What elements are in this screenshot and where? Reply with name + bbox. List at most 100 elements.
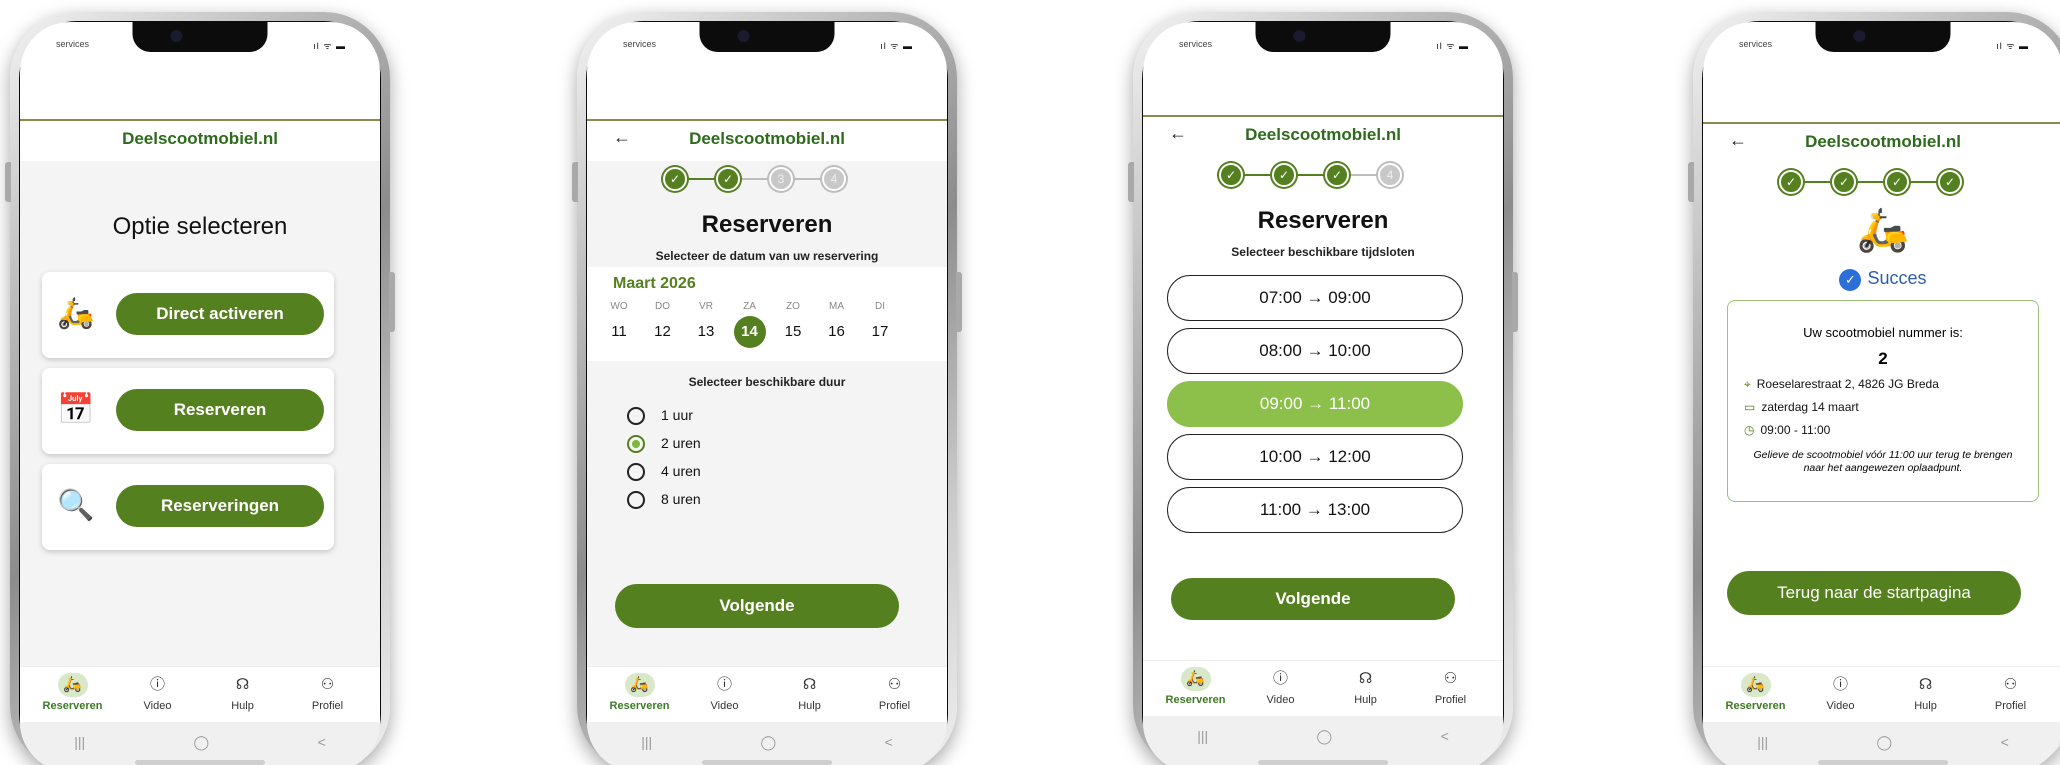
- system-status-icons: ıl ᯤ ▬: [880, 41, 913, 51]
- date-strip: Maart 2026 WO 11 DO 12 VR 13 ZA 14 ZO 15 MA 16 DI 17: [587, 267, 947, 361]
- android-nav-bar: ||| ◯ <: [20, 722, 380, 765]
- app-header: Deelscootmobiel.nl: [20, 119, 380, 159]
- timeslot-option[interactable]: 11:00 → 13:00: [1167, 487, 1463, 533]
- duration-label: 8 uren: [661, 491, 701, 507]
- notch: [132, 22, 268, 52]
- notch: [1815, 22, 1951, 52]
- tab-video[interactable]: ⓘ Video: [690, 667, 760, 722]
- back-button[interactable]: <: [318, 734, 326, 750]
- notch: [699, 22, 835, 52]
- tab-profiel[interactable]: ⚇ Profiel: [1416, 661, 1486, 716]
- radio-button[interactable]: [627, 491, 645, 510]
- tab-hulp[interactable]: ☊ Hulp: [1331, 661, 1401, 716]
- camera-icon: [1293, 30, 1306, 42]
- tab-hulp[interactable]: ☊ Hulp: [775, 667, 845, 722]
- back-button[interactable]: <: [2001, 734, 2009, 750]
- reservations-button[interactable]: Reserveringen: [116, 485, 324, 527]
- home-button[interactable]: ◯: [1877, 734, 1893, 751]
- direct-activate-button[interactable]: Direct activeren: [116, 293, 324, 335]
- duration-label: 1 uur: [661, 407, 693, 423]
- calendar-day[interactable]: ZA 14: [732, 301, 768, 348]
- home-indicator: [135, 760, 265, 765]
- timeslot-option[interactable]: 10:00 → 12:00: [1167, 434, 1463, 480]
- tab-hulp[interactable]: ☊ Hulp: [208, 667, 278, 722]
- home-indicator: [702, 760, 832, 765]
- home-button[interactable]: ◯: [194, 734, 210, 751]
- option-card-reserve[interactable]: 📅 Reserveren: [42, 368, 334, 454]
- tab-video[interactable]: ⓘ Video: [123, 667, 193, 722]
- screen-date-duration: services ıl ᯤ ▬ ← Deelscootmobiel.nl ✓ ✓…: [587, 22, 947, 765]
- recents-button[interactable]: |||: [641, 734, 652, 750]
- tab-reserveren[interactable]: 🛵 Reserveren: [605, 667, 675, 722]
- timeslot-option[interactable]: 07:00 → 09:00: [1167, 275, 1463, 321]
- duration-option[interactable]: 4 uren: [627, 463, 701, 482]
- checkmark-icon: ✓: [1839, 269, 1862, 291]
- recents-button[interactable]: |||: [1757, 734, 1768, 750]
- step-3-pending: 3: [769, 167, 793, 191]
- phone-frame-date-duration: services ıl ᯤ ▬ ← Deelscootmobiel.nl ✓ ✓…: [572, 12, 962, 765]
- duration-prompt: Selecteer beschikbare duur: [688, 375, 846, 389]
- success-status: ✓ Succes: [1703, 268, 2060, 291]
- calendar-day[interactable]: ZO 15: [775, 301, 811, 348]
- calendar-day[interactable]: DI 17: [862, 301, 898, 348]
- progress-stepper: ✓ ✓ ✓ 4: [1143, 163, 1503, 187]
- tab-video[interactable]: ⓘ Video: [1246, 661, 1316, 716]
- recents-button[interactable]: |||: [74, 734, 85, 750]
- person-icon: ⚇: [887, 676, 902, 693]
- brand-title: Deelscootmobiel.nl: [1805, 132, 1961, 151]
- tab-reserveren[interactable]: 🛵 Reserveren: [38, 667, 108, 722]
- calendar-day[interactable]: DO 12: [645, 301, 681, 348]
- reserve-button[interactable]: Reserveren: [116, 389, 324, 431]
- day-number: 17: [871, 323, 889, 340]
- location-pin-icon: ⌖: [1744, 377, 1751, 391]
- next-button[interactable]: Volgende: [1171, 578, 1455, 620]
- tab-profiel[interactable]: ⚇ Profiel: [860, 667, 930, 722]
- progress-stepper: ✓ ✓ 3 4: [587, 167, 947, 191]
- back-button[interactable]: <: [885, 734, 893, 750]
- app-screens-stage: services ıl ᯤ ▬ Deelscootmobiel.nl Optie…: [0, 0, 2060, 765]
- day-of-week-label: WO: [610, 301, 628, 312]
- next-button[interactable]: Volgende: [615, 584, 899, 628]
- back-to-home-button[interactable]: Terug naar de startpagina: [1727, 571, 2021, 615]
- duration-option[interactable]: 1 uur: [627, 407, 693, 426]
- scooter-icon: 🛵: [1740, 673, 1771, 697]
- calendar-day[interactable]: VR 13: [688, 301, 724, 348]
- home-button[interactable]: ◯: [1317, 728, 1333, 745]
- day-number: 12: [654, 323, 671, 340]
- step-2-done: ✓: [1272, 163, 1296, 187]
- tab-profiel[interactable]: ⚇ Profiel: [1976, 667, 2046, 722]
- option-card-direct-activate[interactable]: 🛵 Direct activeren: [42, 272, 334, 358]
- step-2-done: ✓: [1832, 170, 1856, 194]
- radio-button[interactable]: [627, 407, 645, 426]
- calendar-day[interactable]: MA 16: [819, 301, 855, 348]
- clock-icon: ◷: [1744, 423, 1755, 437]
- tab-video[interactable]: ⓘ Video: [1806, 667, 1876, 722]
- date-prompt: Selecteer de datum van uw reservering: [655, 249, 879, 263]
- radio-button[interactable]: [627, 463, 645, 482]
- calendar-day[interactable]: WO 11: [601, 301, 637, 348]
- home-indicator: [1258, 760, 1388, 765]
- scooter-number-label: Uw scootmobiel nummer is:: [1803, 325, 1963, 340]
- selected-day-number: 14: [733, 316, 766, 348]
- tab-reserveren[interactable]: 🛵 Reserveren: [1161, 661, 1231, 716]
- brand-title: Deelscootmobiel.nl: [1245, 125, 1401, 144]
- back-button[interactable]: <: [1441, 728, 1449, 744]
- tab-reserveren[interactable]: 🛵 Reserveren: [1721, 667, 1791, 722]
- recents-button[interactable]: |||: [1197, 728, 1208, 744]
- system-status-icons: ıl ᯤ ▬: [1996, 41, 2029, 51]
- step-3-done: ✓: [1325, 163, 1349, 187]
- tab-hulp[interactable]: ☊ Hulp: [1891, 667, 1961, 722]
- duration-option[interactable]: 2 uren: [627, 435, 701, 454]
- tab-profiel[interactable]: ⚇ Profiel: [293, 667, 363, 722]
- radio-button[interactable]: [627, 435, 645, 454]
- home-button[interactable]: ◯: [761, 734, 777, 751]
- carrier-label: services: [1739, 39, 1773, 49]
- timeslot-option[interactable]: 08:00 → 10:00: [1167, 328, 1463, 374]
- step-4-pending: 4: [822, 167, 846, 191]
- android-nav-bar: ||| ◯ <: [587, 722, 947, 765]
- day-number: 16: [828, 323, 845, 340]
- timeslot-selected[interactable]: 09:00 → 11:00: [1167, 381, 1463, 427]
- question-icon: ⓘ: [1272, 670, 1288, 687]
- duration-option[interactable]: 8 uren: [627, 491, 701, 510]
- option-card-reservations[interactable]: 🔍 Reserveringen: [42, 464, 334, 550]
